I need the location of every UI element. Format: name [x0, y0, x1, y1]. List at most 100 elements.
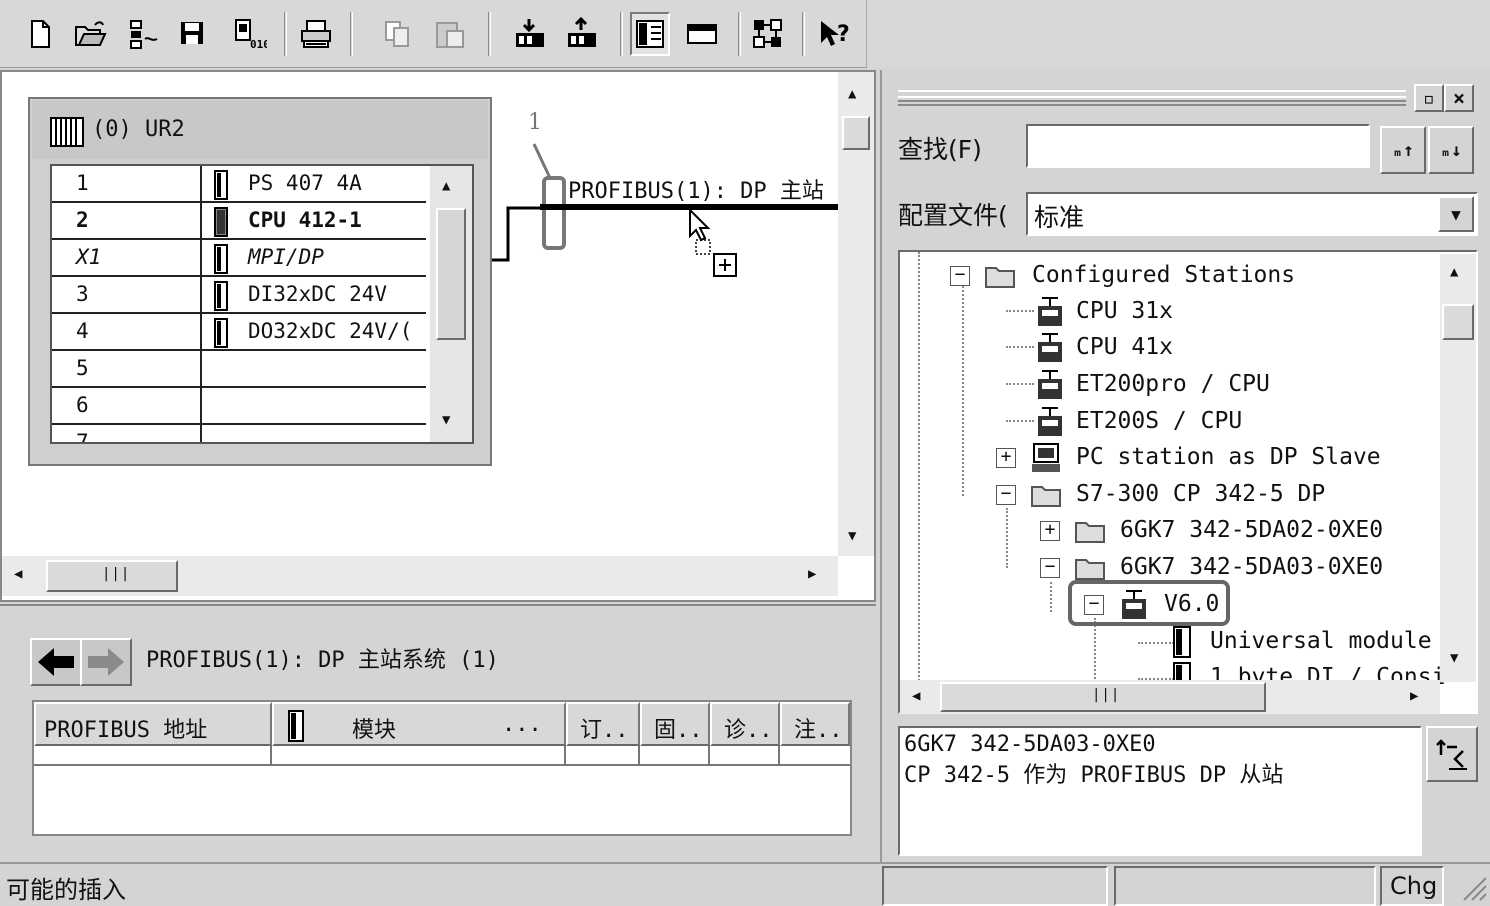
status-cell: [882, 866, 1108, 906]
detail-table-header: PROFIBUS 地址 模块 ... 订.. 固.. 诊.. 注..: [34, 702, 850, 746]
svg-text:?: ?: [837, 22, 850, 47]
find-down-button[interactable]: ₘ↓: [1428, 126, 1474, 174]
slot-number: X1: [76, 245, 102, 269]
rack-slot-row[interactable]: 6: [52, 388, 426, 425]
slot-number: 3: [76, 282, 89, 306]
rack-slot-row[interactable]: 5: [52, 351, 426, 388]
compile-icon[interactable]: 010: [230, 12, 270, 56]
column-header-profibus-address[interactable]: PROFIBUS 地址: [34, 702, 272, 746]
status-cell: [1114, 866, 1376, 906]
rack[interactable]: (0) UR2 1 PS 407 4A 2 CPU 412-1 X1 MPI/D…: [28, 97, 492, 466]
tree-collapse-toggle[interactable]: −: [1040, 558, 1060, 578]
rack-slot-row[interactable]: 7: [52, 425, 426, 442]
tree-expand-toggle[interactable]: +: [996, 448, 1016, 468]
scroll-left-arrow-icon[interactable]: ◀: [14, 566, 22, 582]
station-vscroll-thumb[interactable]: [842, 116, 870, 150]
svg-text:010: 010: [250, 38, 267, 51]
copy-icon[interactable]: [378, 12, 418, 56]
rack-slot-row[interactable]: 1 PS 407 4A: [52, 166, 426, 203]
open-folder-icon[interactable]: [70, 12, 110, 56]
table-row[interactable]: [34, 746, 850, 766]
rack-title-bar[interactable]: (0) UR2: [32, 101, 488, 159]
rack-slot-row[interactable]: 4 DO32xDC 24V/(: [52, 314, 426, 351]
station-icon: [1038, 407, 1062, 436]
find-label: 查找(F): [898, 135, 982, 164]
module-icon: [288, 710, 304, 742]
rack-slot-row[interactable]: 3 DI32xDC 24V: [52, 277, 426, 314]
slot-number: 4: [76, 319, 89, 343]
column-header-firmware[interactable]: 固..: [640, 702, 710, 746]
scroll-down-arrow-icon[interactable]: ▼: [848, 528, 856, 544]
scroll-down-arrow-icon[interactable]: ▼: [1450, 650, 1458, 666]
slot-number: 2: [76, 208, 89, 232]
detail-table[interactable]: PROFIBUS 地址 模块 ... 订.. 固.. 诊.. 注..: [32, 700, 852, 836]
find-down-icon: ₘ↓: [1440, 139, 1462, 161]
tree-collapse-toggle[interactable]: −: [950, 266, 970, 286]
rack-slot-row[interactable]: X1 MPI/DP: [52, 240, 426, 277]
help-icon[interactable]: ?: [814, 12, 854, 56]
upload-icon[interactable]: [562, 12, 602, 56]
info-order-number: 6GK7 342-5DA03-0XE0: [904, 732, 1156, 757]
scroll-right-arrow-icon[interactable]: ▶: [808, 566, 816, 582]
find-up-icon: ₘ↑: [1392, 139, 1414, 161]
rack-vertical-scrollbar[interactable]: ▲ ▼: [430, 166, 472, 442]
column-header-diagnostic[interactable]: 诊..: [710, 702, 780, 746]
catalog-info-box: 6GK7 342-5DA03-0XE0 CP 342-5 作为 PROFIBUS…: [898, 726, 1422, 856]
rack-title: (0) UR2: [92, 117, 185, 142]
restore-icon[interactable]: ▫: [1414, 84, 1444, 112]
folder-icon: [1031, 486, 1061, 507]
print-icon[interactable]: [296, 12, 336, 56]
info-expand-button[interactable]: [1426, 726, 1478, 782]
profibus-bus-label: PROFIBUS(1): DP 主站: [568, 179, 824, 204]
find-input[interactable]: [1026, 124, 1370, 168]
module-icon: [1173, 626, 1191, 658]
save-icon[interactable]: [172, 12, 212, 56]
slot-module-name: PS 407 4A: [248, 171, 362, 195]
station-vertical-scrollbar[interactable]: ▲ ▼: [838, 72, 874, 556]
tree-expand-toggle[interactable]: +: [1040, 521, 1060, 541]
expand-info-icon: [1436, 739, 1467, 770]
module-icon: [214, 281, 228, 311]
tree-collapse-toggle[interactable]: −: [996, 485, 1016, 505]
folder-icon: [985, 267, 1015, 288]
slot-module-name: CPU 412-1: [248, 208, 362, 232]
profile-selected-value: 标准: [1034, 203, 1085, 232]
station-hscroll-thumb[interactable]: |||: [46, 560, 178, 592]
column-header-order-number[interactable]: 订..: [566, 702, 640, 746]
find-up-button[interactable]: ₘ↑: [1380, 126, 1426, 174]
arrow-right-icon: [88, 648, 124, 676]
close-icon[interactable]: ×: [1444, 84, 1474, 112]
back-button[interactable]: [30, 638, 82, 686]
selection-highlight: [1068, 580, 1230, 626]
rack-slot-row[interactable]: 2 CPU 412-1: [52, 203, 426, 240]
scroll-down-arrow-icon[interactable]: ▼: [442, 412, 450, 428]
chevron-down-icon[interactable]: ▼: [1438, 196, 1474, 232]
column-header-comment[interactable]: 注..: [780, 702, 850, 746]
tree-vscroll-thumb[interactable]: [1442, 304, 1474, 340]
catalog-tree[interactable]: − Configured Stations CPU 31x CPU 41x ET…: [898, 250, 1478, 714]
forward-button[interactable]: [80, 638, 132, 686]
rack-slot-table: 1 PS 407 4A 2 CPU 412-1 X1 MPI/DP 3 DI32…: [50, 164, 474, 444]
slot-module-name: DO32xDC 24V/(: [248, 319, 413, 343]
station-icon: [1038, 297, 1062, 326]
scroll-up-arrow-icon[interactable]: ▲: [848, 86, 856, 102]
scroll-right-arrow-icon[interactable]: ▶: [1410, 688, 1418, 704]
info-description: CP 342-5 作为 PROFIBUS DP 从站: [904, 763, 1284, 788]
network-icon[interactable]: [748, 12, 788, 56]
save-network-icon[interactable]: [124, 12, 164, 56]
new-file-icon[interactable]: [20, 12, 60, 56]
tree-hscroll-thumb[interactable]: |||: [940, 682, 1266, 712]
paste-icon[interactable]: [430, 12, 470, 56]
profile-select[interactable]: 标准 ▼: [1026, 192, 1478, 236]
scroll-left-arrow-icon[interactable]: ◀: [912, 688, 920, 704]
resize-grip-icon[interactable]: [1458, 872, 1488, 902]
catalog-view-icon[interactable]: [630, 12, 670, 56]
slot-module-name: MPI/DP: [248, 245, 324, 269]
station-icon[interactable]: [682, 12, 722, 56]
rack-scroll-thumb[interactable]: [436, 208, 466, 340]
column-header-module[interactable]: 模块 ...: [272, 702, 566, 746]
scroll-up-arrow-icon[interactable]: ▲: [442, 178, 450, 194]
download-icon[interactable]: [510, 12, 550, 56]
panel-grip[interactable]: [898, 96, 1406, 102]
scroll-up-arrow-icon[interactable]: ▲: [1450, 264, 1458, 280]
